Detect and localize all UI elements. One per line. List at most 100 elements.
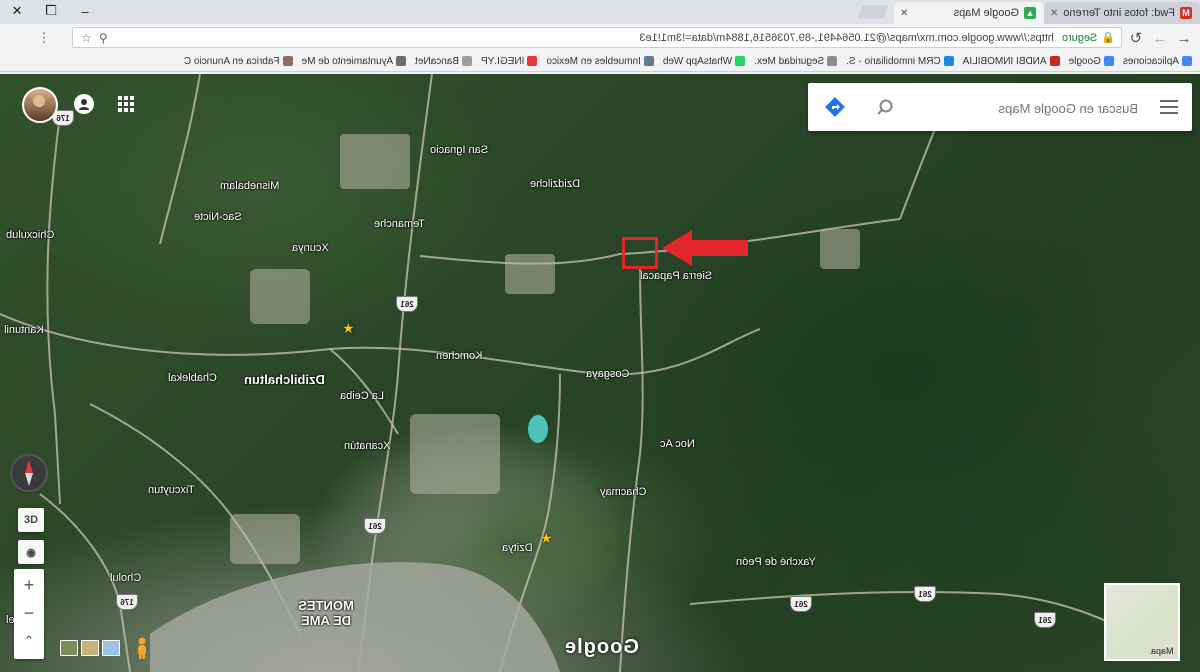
- search-icon[interactable]: ⚲: [99, 28, 108, 47]
- new-tab-button[interactable]: [857, 5, 889, 19]
- star-marker-icon[interactable]: ★: [342, 320, 355, 337]
- map-label[interactable]: Sierra Papacal: [640, 270, 712, 282]
- map-label[interactable]: Temanche: [374, 218, 425, 230]
- terrain-thumbnail-icon[interactable]: [60, 640, 78, 656]
- bookmark-crm[interactable]: CRM inmobiliario - S.: [846, 56, 954, 67]
- search-icon[interactable]: [876, 98, 894, 116]
- map-label[interactable]: Chablekal: [168, 372, 217, 384]
- gmail-icon: M: [1180, 7, 1192, 19]
- bookmark-icon: [943, 56, 954, 66]
- back-arrow-icon[interactable]: ←: [1174, 28, 1194, 48]
- red-arrow-icon: [662, 230, 748, 266]
- map-label[interactable]: Noc Ac: [660, 438, 695, 450]
- map-label[interactable]: Dzibilchaltun: [244, 372, 325, 387]
- map-label[interactable]: San Ignacio: [430, 144, 488, 156]
- bookmark-fabrica[interactable]: Fabrica en Anuncio C: [184, 56, 293, 67]
- star-marker-icon[interactable]: ★: [540, 530, 553, 547]
- close-tab-icon[interactable]: ✕: [900, 8, 908, 19]
- tab-google-maps[interactable]: ▲ Google Maps ✕: [894, 2, 1044, 24]
- google-logo: Google: [564, 636, 639, 658]
- bookmark-seguridad[interactable]: Seguridad Mex.: [754, 56, 838, 67]
- close-tab-icon[interactable]: ✕: [1050, 8, 1058, 19]
- compass-icon[interactable]: [10, 454, 48, 492]
- menu-kebab-icon[interactable]: ⋮: [34, 28, 54, 48]
- highlight-box: [622, 237, 658, 269]
- apps-grid-icon[interactable]: [118, 96, 134, 112]
- avatar[interactable]: [22, 87, 58, 123]
- browser-chrome: M Fwd: fotos into Terreno ✕ ▲ Google Map…: [0, 0, 1200, 74]
- bookmark-bancanet[interactable]: BancaNet: [415, 56, 473, 67]
- map-label[interactable]: Sac-Nicte: [194, 211, 242, 223]
- bookmark-inmuebles[interactable]: Inmuebles en Mexico: [546, 56, 654, 67]
- map-label[interactable]: Chicxulub: [6, 229, 54, 241]
- road-shield: 261: [914, 586, 936, 602]
- map-label[interactable]: Xcunya: [292, 242, 329, 254]
- address-bar[interactable]: 🔒 Seguro https://www.google.com.mx/maps/…: [72, 27, 1122, 48]
- map-label[interactable]: Misnebalam: [220, 180, 279, 192]
- map-label[interactable]: Dzidzilche: [530, 178, 580, 190]
- forward-arrow-icon[interactable]: →: [1150, 28, 1170, 48]
- map-label[interactable]: Dzitya: [502, 542, 533, 554]
- bookmark-andbi[interactable]: ANDBI INMOBILIA: [963, 56, 1060, 67]
- bookmarks-bar: Aplicaciones Google ANDBI INMOBILIA CRM …: [0, 51, 1200, 72]
- browser-toolbar: ← → ↻ 🔒 Seguro https://www.google.com.mx…: [0, 24, 1200, 51]
- location-icon[interactable]: ◉: [18, 540, 44, 564]
- bookmark-icon: [396, 56, 407, 66]
- bookmark-inegi[interactable]: INEGI.YP: [481, 56, 538, 67]
- map-label[interactable]: Tixcuytun: [148, 484, 195, 496]
- google-icon: [1103, 56, 1114, 66]
- map-label[interactable]: Kantunil: [4, 324, 44, 336]
- imagery-thumbnails[interactable]: [60, 640, 122, 656]
- map-label[interactable]: Cosgaya: [586, 368, 629, 380]
- map-label[interactable]: Chacmay: [600, 486, 646, 498]
- city-label[interactable]: MONTES DE AME: [296, 598, 356, 628]
- directions-icon[interactable]: [824, 96, 846, 118]
- google-maps-icon: ▲: [1024, 7, 1036, 19]
- expand-up-icon[interactable]: ⌃: [14, 627, 44, 655]
- 3d-toggle-button[interactable]: 3D: [18, 508, 44, 532]
- map-label[interactable]: Cholul: [110, 572, 141, 584]
- zoom-in-button[interactable]: +: [14, 571, 44, 599]
- star-icon[interactable]: ☆: [81, 28, 92, 47]
- bookmark-apps[interactable]: Aplicaciones: [1123, 56, 1192, 67]
- zoom-out-button[interactable]: −: [14, 599, 44, 627]
- pegman-icon[interactable]: [136, 637, 148, 659]
- lock-icon: 🔒: [1101, 32, 1115, 44]
- layer-thumbnail-icon[interactable]: [81, 640, 99, 656]
- tab-gmail[interactable]: M Fwd: fotos into Terreno ✕: [1044, 2, 1200, 24]
- tab-bar: M Fwd: fotos into Terreno ✕ ▲ Google Map…: [0, 0, 1200, 24]
- map-label[interactable]: Komchen: [436, 350, 482, 362]
- map-type-toggle[interactable]: Mapa: [1104, 583, 1180, 661]
- map-label[interactable]: La Ceiba: [340, 390, 384, 402]
- tab-label: Google Maps: [953, 7, 1019, 19]
- bookmark-icon: [282, 56, 293, 66]
- search-input[interactable]: [916, 95, 1140, 121]
- minimap-label: Mapa: [1151, 646, 1174, 656]
- satellite-map[interactable]: San Ignacio Dzidzilche Misnebalam Sac-Ni…: [0, 74, 1200, 672]
- reload-icon[interactable]: ↻: [1126, 28, 1146, 48]
- bookmark-ayuntamiento[interactable]: Ayuntamiento de Me: [302, 56, 407, 67]
- secure-label: Seguro: [1061, 31, 1098, 44]
- maps-search-box[interactable]: [808, 83, 1192, 131]
- user-icon[interactable]: [74, 94, 94, 114]
- road-shield: 176: [116, 594, 138, 610]
- hamburger-menu-icon[interactable]: [1160, 100, 1178, 114]
- road-shield: 261: [396, 296, 418, 312]
- maximize-button[interactable]: ❐: [34, 0, 68, 22]
- road-shield: 261: [1034, 612, 1056, 628]
- bookmark-icon: [827, 56, 838, 66]
- layer-thumbnail-icon[interactable]: [102, 640, 120, 656]
- road-shield: 261: [790, 596, 812, 612]
- apps-icon: [1182, 56, 1192, 66]
- bookmark-icon: [527, 56, 538, 66]
- whatsapp-icon: [735, 56, 746, 66]
- url-text[interactable]: https://www.google.com.mx/maps/@21.05644…: [639, 32, 1053, 44]
- minimize-button[interactable]: –: [68, 0, 102, 22]
- bookmark-whatsapp[interactable]: WhatsApp Web: [663, 56, 746, 67]
- zoom-controls: + − ⌃: [14, 569, 44, 659]
- close-window-button[interactable]: ✕: [0, 0, 34, 22]
- bookmark-google[interactable]: Google: [1069, 56, 1114, 67]
- map-label[interactable]: Yaxché de Peón: [736, 556, 816, 568]
- map-label[interactable]: Xcanatún: [344, 440, 390, 452]
- bookmark-icon: [1049, 56, 1060, 66]
